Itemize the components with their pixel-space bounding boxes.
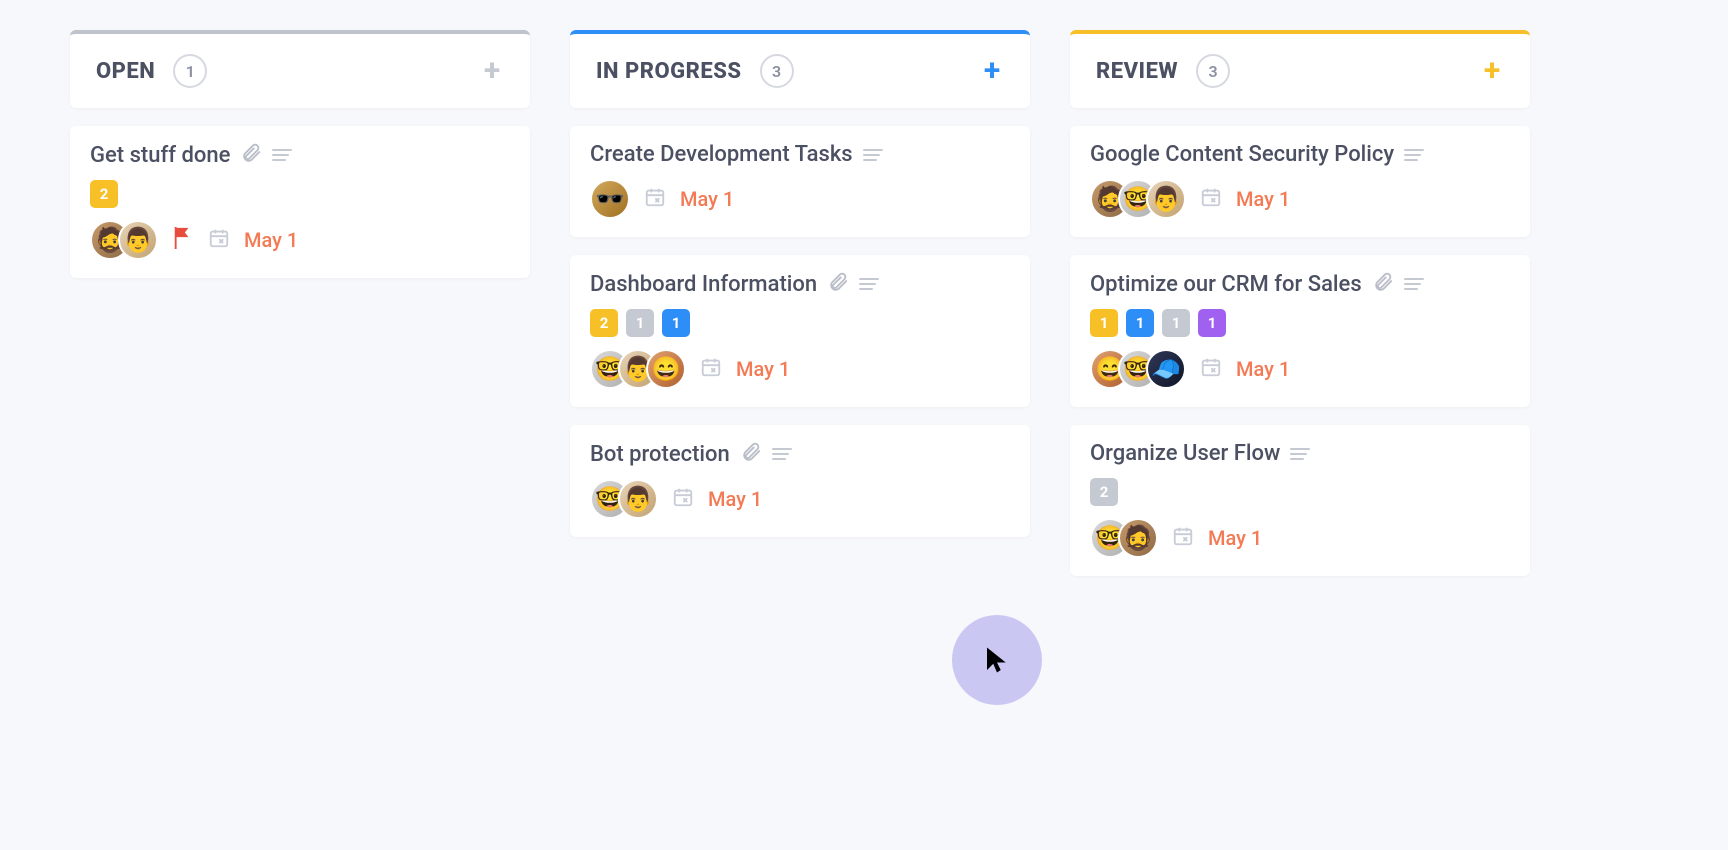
assignee-avatars[interactable]: 🤓👨 xyxy=(590,479,658,519)
calendar-icon xyxy=(700,356,722,382)
tag-badge[interactable]: 1 xyxy=(662,309,690,337)
task-card[interactable]: Google Content Security Policy 🧔🤓👨 May 1 xyxy=(1070,126,1530,237)
cursor-highlight xyxy=(952,615,1042,705)
tag-badge[interactable]: 2 xyxy=(590,309,618,337)
avatar[interactable]: 🧔 xyxy=(1118,518,1158,558)
column-count-badge: 3 xyxy=(1196,54,1230,88)
tag-row: 2 xyxy=(1090,478,1510,506)
tag-badge[interactable]: 2 xyxy=(1090,478,1118,506)
card-title: Create Development Tasks xyxy=(590,142,853,167)
card-title-row: Create Development Tasks xyxy=(590,142,1010,167)
tag-badge[interactable]: 1 xyxy=(1162,309,1190,337)
description-icon xyxy=(859,278,879,290)
flag-icon xyxy=(172,225,194,255)
card-footer: 😄🤓🧢 May 1 xyxy=(1090,349,1510,389)
assignee-avatars[interactable]: 🧔👨 xyxy=(90,220,158,260)
avatar[interactable]: 👨 xyxy=(118,220,158,260)
assignee-avatars[interactable]: 🧔🤓👨 xyxy=(1090,179,1186,219)
tag-badge[interactable]: 1 xyxy=(1126,309,1154,337)
column-title: IN PROGRESS xyxy=(596,59,742,84)
description-icon xyxy=(772,448,792,460)
avatar[interactable]: 🧢 xyxy=(1146,349,1186,389)
due-date[interactable]: May 1 xyxy=(680,187,734,211)
card-title: Dashboard Information xyxy=(590,272,817,297)
card-footer: 🤓👨 May 1 xyxy=(590,479,1010,519)
card-title: Optimize our CRM for Sales xyxy=(1090,272,1362,297)
attachment-icon xyxy=(827,271,849,297)
kanban-board: OPEN1+Get stuff done2🧔👨May 1IN PROGRESS3… xyxy=(0,0,1728,606)
card-title: Google Content Security Policy xyxy=(1090,142,1394,167)
column-header[interactable]: IN PROGRESS 3 + xyxy=(570,30,1030,108)
column-count-badge: 1 xyxy=(173,54,207,88)
card-footer: 🤓🧔 May 1 xyxy=(1090,518,1510,558)
task-card[interactable]: Get stuff done 2 🧔👨 May 1 xyxy=(70,126,530,278)
card-title-row: Optimize our CRM for Sales xyxy=(1090,271,1510,297)
assignee-avatars[interactable]: 🤓👨😄 xyxy=(590,349,686,389)
description-icon xyxy=(1404,149,1424,161)
due-date[interactable]: May 1 xyxy=(736,357,790,381)
attachment-icon xyxy=(240,142,262,168)
column-title: OPEN xyxy=(96,59,155,84)
description-icon xyxy=(863,149,883,161)
calendar-icon xyxy=(1200,356,1222,382)
avatar[interactable]: 👨 xyxy=(1146,179,1186,219)
assignee-avatars[interactable]: 🕶️ xyxy=(590,179,630,219)
tag-badge[interactable]: 1 xyxy=(1198,309,1226,337)
description-icon xyxy=(1404,278,1424,290)
task-card[interactable]: Optimize our CRM for Sales1111😄🤓🧢May 1 xyxy=(1070,255,1530,407)
card-title: Bot protection xyxy=(590,442,730,467)
due-date[interactable]: May 1 xyxy=(1208,526,1262,550)
add-task-button[interactable]: + xyxy=(478,57,506,85)
attachment-icon xyxy=(740,441,762,467)
card-footer: 🧔👨 May 1 xyxy=(90,220,510,260)
column-in-progress: IN PROGRESS 3 + Create Development Tasks 🕶️ M… xyxy=(570,30,1030,576)
description-icon xyxy=(272,149,292,161)
calendar-icon xyxy=(672,486,694,512)
due-date[interactable]: May 1 xyxy=(1236,187,1290,211)
tag-row: 2 xyxy=(90,180,510,208)
due-date[interactable]: May 1 xyxy=(244,228,298,252)
tag-row: 211 xyxy=(590,309,1010,337)
add-task-button[interactable]: + xyxy=(978,57,1006,85)
calendar-icon xyxy=(208,227,230,253)
card-title-row: Google Content Security Policy xyxy=(1090,142,1510,167)
tag-row: 1111 xyxy=(1090,309,1510,337)
due-date[interactable]: May 1 xyxy=(1236,357,1290,381)
tag-badge[interactable]: 1 xyxy=(626,309,654,337)
description-icon xyxy=(1290,448,1310,460)
card-title-row: Dashboard Information xyxy=(590,271,1010,297)
calendar-icon xyxy=(644,186,666,212)
card-footer: 🕶️ May 1 xyxy=(590,179,1010,219)
avatar[interactable]: 😄 xyxy=(646,349,686,389)
column-count-badge: 3 xyxy=(760,54,794,88)
card-title-row: Organize User Flow xyxy=(1090,441,1510,466)
column-header[interactable]: OPEN 1 + xyxy=(70,30,530,108)
cursor-icon xyxy=(984,645,1010,675)
avatar[interactable]: 👨 xyxy=(618,479,658,519)
task-card[interactable]: Create Development Tasks 🕶️ May 1 xyxy=(570,126,1030,237)
assignee-avatars[interactable]: 😄🤓🧢 xyxy=(1090,349,1186,389)
column-open: OPEN 1 + Get stuff done 2 🧔👨 May 1 xyxy=(70,30,530,576)
column-title: REVIEW xyxy=(1096,59,1178,84)
column-review: REVIEW 3 + Google Content Security Policy 🧔🤓… xyxy=(1070,30,1530,576)
task-card[interactable]: Bot protection 🤓👨 May 1 xyxy=(570,425,1030,537)
task-card[interactable]: Dashboard Information211🤓👨😄May 1 xyxy=(570,255,1030,407)
calendar-icon xyxy=(1172,525,1194,551)
card-footer: 🧔🤓👨 May 1 xyxy=(1090,179,1510,219)
tag-badge[interactable]: 1 xyxy=(1090,309,1118,337)
card-title: Get stuff done xyxy=(90,143,230,168)
add-task-button[interactable]: + xyxy=(1478,57,1506,85)
attachment-icon xyxy=(1372,271,1394,297)
card-title: Organize User Flow xyxy=(1090,441,1280,466)
calendar-icon xyxy=(1200,186,1222,212)
assignee-avatars[interactable]: 🤓🧔 xyxy=(1090,518,1158,558)
column-header[interactable]: REVIEW 3 + xyxy=(1070,30,1530,108)
card-title-row: Get stuff done xyxy=(90,142,510,168)
avatar[interactable]: 🕶️ xyxy=(590,179,630,219)
task-card[interactable]: Organize User Flow 2 🤓🧔 May 1 xyxy=(1070,425,1530,576)
card-title-row: Bot protection xyxy=(590,441,1010,467)
card-footer: 🤓👨😄 May 1 xyxy=(590,349,1010,389)
due-date[interactable]: May 1 xyxy=(708,487,762,511)
tag-badge[interactable]: 2 xyxy=(90,180,118,208)
